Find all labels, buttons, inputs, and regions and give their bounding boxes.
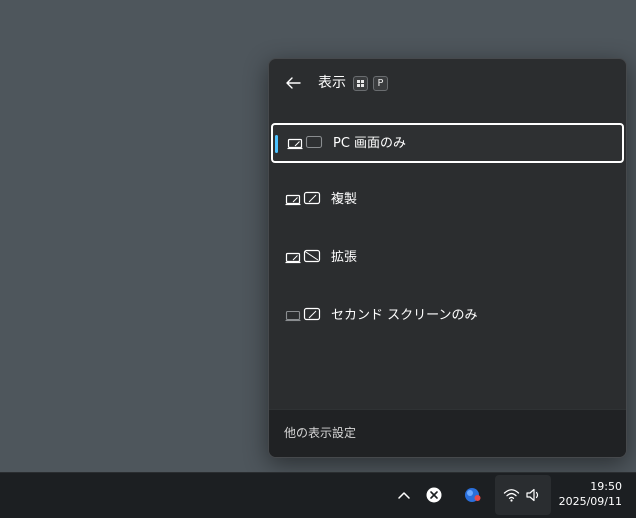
back-arrow-icon[interactable]	[283, 73, 303, 93]
clock-date: 2025/09/11	[558, 495, 622, 508]
flyout-header: 表示 P	[269, 59, 626, 107]
more-display-settings-link[interactable]: 他の表示設定	[284, 425, 356, 441]
selection-indicator	[275, 135, 278, 153]
x-app-icon[interactable]	[424, 482, 444, 508]
wifi-icon	[503, 489, 520, 502]
chevron-up-icon[interactable]	[394, 482, 414, 508]
windows-logo-icon	[357, 80, 364, 87]
flyout-footer: 他の表示設定	[269, 409, 626, 457]
option-second-screen-only[interactable]: セカンド スクリーンのみ	[271, 297, 624, 337]
p-key-badge: P	[373, 76, 388, 91]
project-flyout: 表示 P PC 画面のみ 複製 拡張 セカンド スクリーンのみ 他の表示設定	[268, 58, 627, 458]
duplicate-icon	[285, 191, 321, 206]
pc-screen-only-icon	[287, 135, 323, 150]
option-label: セカンド スクリーンのみ	[331, 308, 478, 323]
taskbar: 19:50 2025/09/11	[0, 472, 636, 518]
option-label: 複製	[331, 192, 358, 207]
volume-icon	[526, 488, 539, 502]
second-screen-only-icon	[285, 307, 321, 322]
option-label: 拡張	[331, 250, 358, 265]
option-extend[interactable]: 拡張	[271, 239, 624, 279]
windows-key-badge	[353, 76, 368, 91]
extend-icon	[285, 249, 321, 264]
option-label: PC 画面のみ	[333, 136, 407, 151]
quick-settings-button[interactable]	[495, 475, 551, 515]
clock[interactable]: 19:50 2025/09/11	[552, 479, 630, 513]
option-duplicate[interactable]: 複製	[271, 181, 624, 221]
flyout-title: 表示	[318, 75, 346, 91]
option-pc-screen-only[interactable]: PC 画面のみ	[271, 123, 624, 163]
clock-time: 19:50	[590, 480, 622, 493]
color-app-icon[interactable]	[462, 482, 484, 508]
